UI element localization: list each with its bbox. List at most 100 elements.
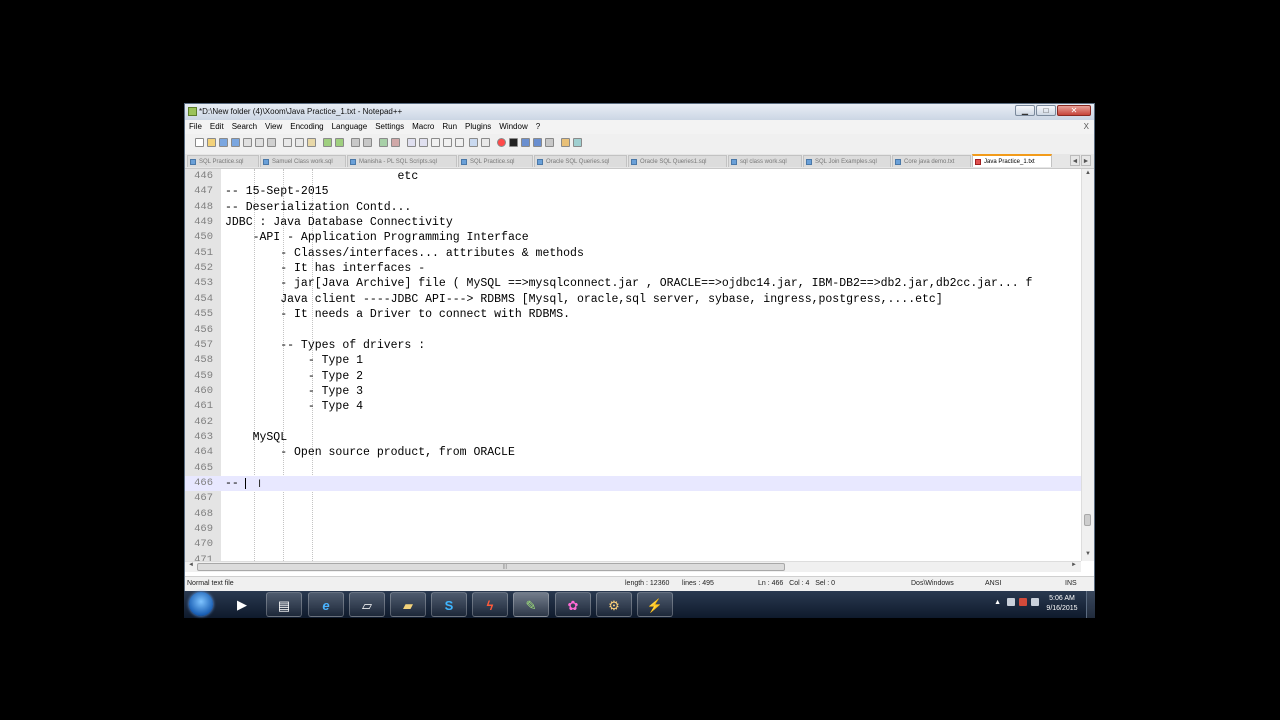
tab-manisha-plsql[interactable]: Manisha - PL SQL Scripts.sql — [347, 155, 457, 167]
code-line[interactable]: 451 - Classes/interfaces... attributes &… — [185, 246, 1081, 261]
code-line[interactable]: 447 -- 15-Sept-2015 — [185, 184, 1081, 199]
redo-icon[interactable] — [335, 138, 344, 147]
code-line[interactable]: 465 — [185, 461, 1081, 476]
show-all-chars-icon[interactable] — [443, 138, 452, 147]
notepadpp-taskbar-icon[interactable]: ✎ — [513, 592, 549, 617]
code-line[interactable]: 450 -API - Application Programming Inter… — [185, 230, 1081, 245]
notepad-icon[interactable]: ▱ — [349, 592, 385, 617]
indent-guide-icon[interactable] — [455, 138, 464, 147]
scroll-left-icon[interactable]: ◄ — [188, 562, 194, 568]
maximize-button[interactable]: □ — [1036, 105, 1056, 116]
cut-icon[interactable] — [283, 138, 292, 147]
editor-area[interactable]: 446 etc 447 -- 15-Sept-2015 448 -- Deseria… — [185, 169, 1081, 561]
action-center-flag-icon[interactable] — [1019, 598, 1027, 606]
code-line[interactable]: 454 Java client ----JDBC API---> RDBMS [… — [185, 292, 1081, 307]
code-line[interactable]: 471 — [185, 553, 1081, 561]
menu-search[interactable]: Search — [228, 120, 261, 134]
media-player-icon[interactable]: ▶ — [224, 592, 260, 617]
minimize-button[interactable]: ▁ — [1015, 105, 1035, 116]
menu-macro[interactable]: Macro — [408, 120, 438, 134]
code-line[interactable]: 459 - Type 2 — [185, 369, 1081, 384]
tab-oracle-sql-queries[interactable]: Oracle SQL Queries.sql — [534, 155, 627, 167]
tab-sql-join-examples[interactable]: SQL Join Examples.sql — [803, 155, 891, 167]
menu-encoding[interactable]: Encoding — [286, 120, 327, 134]
code-line[interactable]: 453 - jar[Java Archive] file ( MySQL ==>… — [185, 276, 1081, 291]
zoom-in-icon[interactable] — [379, 138, 388, 147]
tab-core-java-demo[interactable]: Core java demo.txt — [892, 155, 971, 167]
skype-icon[interactable]: S — [431, 592, 467, 617]
tab-sql-practice-2[interactable]: SQL Practice.sql — [458, 155, 533, 167]
code-line[interactable]: 470 — [185, 537, 1081, 552]
record-macro-icon[interactable] — [497, 138, 506, 147]
horizontal-scroll-thumb[interactable]: ||| — [197, 563, 785, 571]
title-bar[interactable]: *D:\New folder (4)\Xoom\Java Practice_1.… — [185, 104, 1094, 120]
vertical-scroll-thumb[interactable] — [1084, 514, 1091, 526]
copy-icon[interactable] — [295, 138, 304, 147]
undo-icon[interactable] — [323, 138, 332, 147]
show-desktop-button[interactable] — [1086, 591, 1095, 618]
zoom-out-icon[interactable] — [391, 138, 400, 147]
tab-sql-class-work[interactable]: sql class work.sql — [728, 155, 802, 167]
code-line[interactable]: 461 - Type 4 — [185, 399, 1081, 414]
menu-window[interactable]: Window — [495, 120, 531, 134]
menu-plugins[interactable]: Plugins — [461, 120, 495, 134]
doc-map-icon[interactable] — [481, 138, 490, 147]
code-line[interactable]: 463 MySQL — [185, 430, 1081, 445]
network-icon[interactable] — [1007, 598, 1015, 606]
play-macro-icon[interactable] — [521, 138, 530, 147]
new-file-icon[interactable] — [195, 138, 204, 147]
tab-java-practice-1[interactable]: Java Practice_1.txt — [972, 154, 1052, 167]
sync-scroll-h-icon[interactable] — [419, 138, 428, 147]
filezilla-icon[interactable]: ϟ — [472, 592, 508, 617]
clock[interactable]: 5:06 AM 9/16/2015 — [1043, 594, 1081, 614]
tab-samuel-class-work[interactable]: Samuel Class work.sql — [260, 155, 346, 167]
vertical-scrollbar[interactable]: ▲ ▼ — [1081, 169, 1094, 561]
code-line[interactable]: 457 -- Types of drivers : — [185, 338, 1081, 353]
bolt-app-icon[interactable]: ⚡ — [637, 592, 673, 617]
run-macro-multiple-icon[interactable] — [533, 138, 542, 147]
code-line[interactable]: 464 - Open source product, from ORACLE — [185, 445, 1081, 460]
user-language-icon[interactable] — [469, 138, 478, 147]
menu-file[interactable]: File — [185, 120, 206, 134]
close-all-icon[interactable] — [255, 138, 264, 147]
code-line[interactable]: 446 etc — [185, 169, 1081, 184]
scroll-up-icon[interactable]: ▲ — [1082, 170, 1094, 176]
menu-edit[interactable]: Edit — [206, 120, 228, 134]
code-line[interactable]: 462 — [185, 415, 1081, 430]
close-button[interactable]: ✕ — [1057, 105, 1091, 116]
code-line[interactable]: 468 — [185, 507, 1081, 522]
explorer-icon[interactable]: ▤ — [266, 592, 302, 617]
internet-explorer-icon[interactable]: e — [308, 592, 344, 617]
save-all-icon[interactable] — [231, 138, 240, 147]
close-file-icon[interactable] — [243, 138, 252, 147]
close-document-button[interactable]: X — [1084, 120, 1089, 134]
menu-help[interactable]: ? — [532, 120, 544, 134]
code-line[interactable]: 458 - Type 1 — [185, 353, 1081, 368]
print-icon[interactable] — [267, 138, 276, 147]
menu-run[interactable]: Run — [438, 120, 461, 134]
menu-settings[interactable]: Settings — [371, 120, 408, 134]
gear-app-icon[interactable]: ⚙ — [596, 592, 632, 617]
scroll-down-icon[interactable]: ▼ — [1082, 551, 1094, 557]
code-line[interactable]: 455 - It needs a Driver to connect with … — [185, 307, 1081, 322]
menu-language[interactable]: Language — [328, 120, 372, 134]
code-line[interactable]: 452 - It has interfaces - — [185, 261, 1081, 276]
code-line[interactable]: 460 - Type 3 — [185, 384, 1081, 399]
tab-oracle-sql-queries1[interactable]: Oracle SQL Queries1.sql — [628, 155, 727, 167]
plugin-icon[interactable] — [561, 138, 570, 147]
sync-scroll-v-icon[interactable] — [407, 138, 416, 147]
find-icon[interactable] — [351, 138, 360, 147]
show-hidden-icons-icon[interactable]: ▲ — [994, 599, 1001, 606]
open-file-icon[interactable] — [207, 138, 216, 147]
folder-icon[interactable]: ▰ — [390, 592, 426, 617]
save-icon[interactable] — [219, 138, 228, 147]
tab-sql-practice[interactable]: SQL Practice.sql — [187, 155, 259, 167]
code-line[interactable]: 456 — [185, 323, 1081, 338]
word-wrap-icon[interactable] — [431, 138, 440, 147]
code-line[interactable]: 449 JDBC : Java Database Connectivity — [185, 215, 1081, 230]
flower-app-icon[interactable]: ✿ — [555, 592, 591, 617]
current-line[interactable]: 466 -- I — [185, 476, 1081, 492]
menu-view[interactable]: View — [261, 120, 286, 134]
code-line[interactable]: 469 — [185, 522, 1081, 537]
spellcheck-icon[interactable] — [573, 138, 582, 147]
